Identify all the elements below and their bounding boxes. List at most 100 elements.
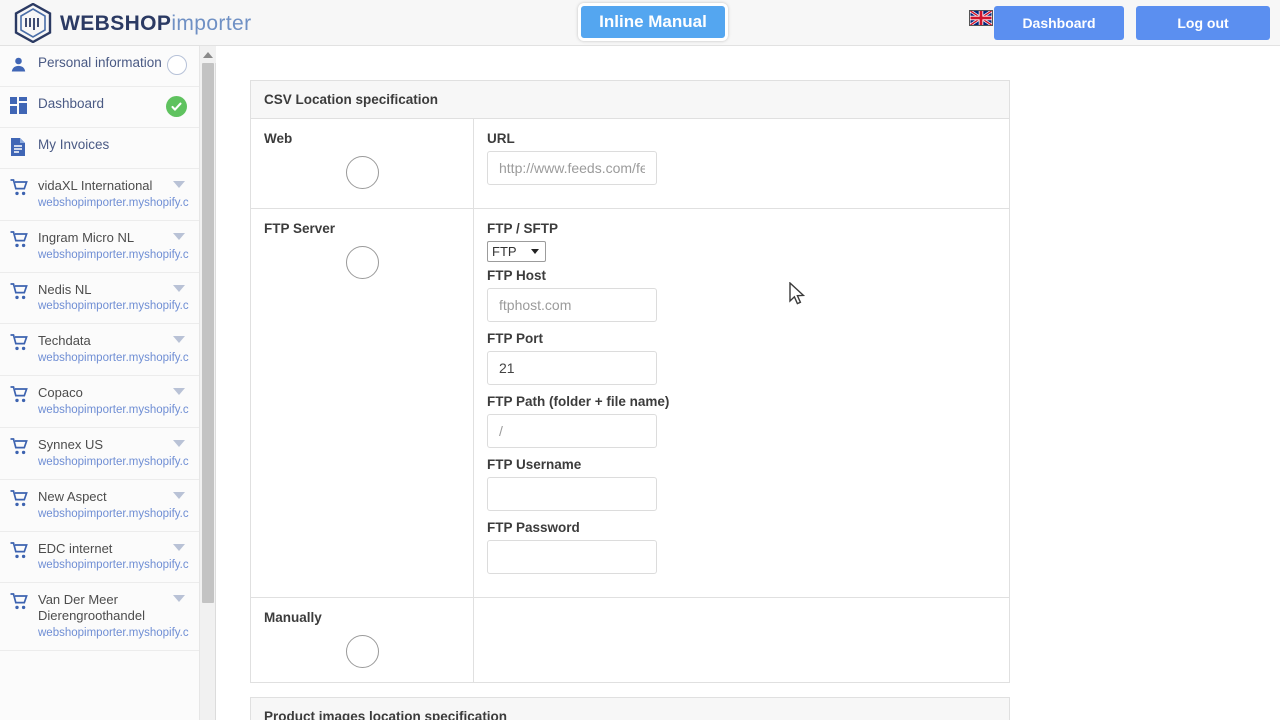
sidebar-item-synnex-us[interactable]: Synnex US webshopimporter.myshopify.c [0, 428, 199, 480]
logo-text-secondary: importer [171, 11, 252, 35]
sidebar-item-label: My Invoices [38, 137, 110, 152]
cart-icon [10, 282, 30, 300]
ftp-host-label: FTP Host [487, 268, 547, 283]
sidebar-item-label: Nedis NL [38, 281, 92, 297]
inline-manual-button[interactable]: Inline Manual [578, 3, 728, 41]
chevron-down-icon[interactable] [173, 543, 185, 551]
csv-row-web-right: URL [474, 119, 1009, 208]
csv-row-manually: Manually [251, 598, 1009, 682]
sidebar-item-shop-url: webshopimporter.myshopify.c [38, 404, 189, 417]
sidebar-item-vidaxl-international[interactable]: vidaXL International webshopimporter.mysh… [0, 169, 199, 221]
dashboard-button[interactable]: Dashboard [994, 6, 1124, 40]
ftp-host-input[interactable] [487, 288, 657, 322]
main-content: CSV Location specification Web URL FTP S… [217, 46, 1280, 720]
csv-row-manually-left: Manually [251, 598, 474, 682]
sidebar-item-body: EDC internet webshopimporter.myshopify.c [38, 541, 191, 574]
ftp-protocol-label: FTP / SFTP [487, 221, 559, 236]
sidebar-item-shop-url: webshopimporter.myshopify.c [38, 455, 189, 468]
sidebar-item-shop-url: webshopimporter.myshopify.c [38, 300, 189, 313]
sidebar-item-body: New Aspect webshopimporter.myshopify.c [38, 489, 191, 522]
web-radio-button[interactable] [345, 156, 379, 189]
ftp-username-input[interactable] [487, 477, 657, 511]
document-icon [10, 137, 30, 156]
csv-row-manually-radio-wrap [264, 629, 460, 668]
sidebar-item-body: Techdata webshopimporter.myshopify.c [38, 333, 191, 366]
csv-row-ftp-right: FTP / SFTP FTP FTP Host FTP Port FTP Pat… [474, 209, 1009, 597]
sidebar-item-shop-url: webshopimporter.myshopify.c [38, 559, 189, 572]
sidebar-item-van-der-meer-dierengroothandel[interactable]: Van Der Meer Dierengroothandel webshopimp… [0, 583, 199, 652]
sidebar-item-shop-url: webshopimporter.myshopify.c [38, 627, 189, 640]
sidebar-item-nedis-nl[interactable]: Nedis NL webshopimporter.myshopify.c [0, 273, 199, 325]
sidebar-item-label: Synnex US [38, 436, 104, 452]
sidebar-item-ingram-micro-nl[interactable]: Ingram Micro NL webshopimporter.myshopify… [0, 221, 199, 273]
csv-row-ftp-radio-wrap [264, 240, 460, 279]
sidebar-item-body: Synnex US webshopimporter.myshopify.c [38, 437, 191, 470]
dashboard-grid-icon [10, 96, 30, 114]
cart-icon [10, 333, 30, 351]
sidebar-item-body: Ingram Micro NL webshopimporter.myshopify… [38, 230, 191, 263]
status-badge-complete-check-icon [166, 96, 187, 117]
csv-row-web-left: Web [251, 119, 474, 208]
sidebar-item-dashboard[interactable]: Dashboard [0, 87, 199, 128]
sidebar-scrollbar[interactable] [200, 46, 216, 720]
csv-row-ftp-label: FTP Server [264, 221, 336, 236]
ftp-protocol-select[interactable]: FTP [487, 241, 546, 262]
scroll-up-arrow-icon[interactable] [200, 46, 216, 63]
sidebar-scrollbar-thumb[interactable] [202, 63, 214, 603]
sidebar-item-edc-internet[interactable]: EDC internet webshopimporter.myshopify.c [0, 532, 199, 584]
logo-wordmark: WEBSHOPimporter [60, 13, 252, 34]
sidebar-item-label: EDC internet [38, 540, 113, 556]
ftp-password-label: FTP Password [487, 520, 580, 535]
chevron-down-icon[interactable] [173, 439, 185, 447]
sidebar-item-shop-url: webshopimporter.myshopify.c [38, 352, 189, 365]
uk-flag-icon [969, 10, 993, 26]
ftp-left-spacer [264, 279, 460, 383]
url-input[interactable] [487, 151, 657, 185]
user-icon [10, 55, 30, 73]
csv-row-web-label: Web [264, 131, 293, 146]
ftp-port-input[interactable] [487, 351, 657, 385]
sidebar-item-my-invoices[interactable]: My Invoices [0, 128, 199, 169]
chevron-down-icon[interactable] [173, 232, 185, 240]
chevron-down-icon[interactable] [173, 595, 185, 603]
csv-row-web: Web URL [251, 119, 1009, 209]
product-images-panel-title: Product images location specification [251, 698, 1009, 720]
ftp-password-input[interactable] [487, 540, 657, 574]
chevron-down-icon[interactable] [173, 284, 185, 292]
ftp-username-label: FTP Username [487, 457, 582, 472]
ftp-port-label: FTP Port [487, 331, 544, 346]
chevron-down-icon[interactable] [173, 336, 185, 344]
csv-panel-title: CSV Location specification [251, 81, 1009, 119]
cart-icon [10, 385, 30, 403]
cart-icon [10, 489, 30, 507]
sidebar-item-label: Copaco [38, 385, 83, 401]
csv-location-panel: CSV Location specification Web URL FTP S… [250, 80, 1010, 683]
chevron-down-icon[interactable] [173, 491, 185, 499]
chevron-down-icon[interactable] [173, 388, 185, 396]
logo-text-primary: WEBSHOP [60, 11, 172, 35]
url-label: URL [487, 131, 515, 146]
ftp-server-radio-button[interactable] [345, 246, 379, 279]
sidebar-item-techdata[interactable]: Techdata webshopimporter.myshopify.c [0, 324, 199, 377]
sidebar-item-label: vidaXL International [38, 178, 153, 193]
sidebar-item-body: Copaco webshopimporter.myshopify.c [38, 385, 191, 418]
sidebar-item-personal-information[interactable]: Personal information [0, 46, 199, 87]
sidebar-item-new-aspect[interactable]: New Aspect webshopimporter.myshopify.c [0, 480, 199, 532]
csv-row-manually-right [474, 598, 1009, 682]
sidebar-item-label: Ingram Micro NL [38, 229, 135, 245]
sidebar-item-shop-url: webshopimporter.myshopify.c [38, 248, 189, 261]
manually-radio-button[interactable] [345, 635, 379, 668]
sidebar-item-copaco[interactable]: Copaco webshopimporter.myshopify.c [0, 376, 199, 428]
sidebar-item-body: vidaXL International webshopimporter.mysh… [38, 178, 191, 211]
csv-row-ftp-left: FTP Server [251, 209, 474, 597]
chevron-down-icon[interactable] [173, 181, 185, 188]
csv-row-manually-label: Manually [264, 610, 322, 625]
sidebar-item-body: Nedis NL webshopimporter.myshopify.c [38, 282, 191, 315]
csv-row-web-radio-wrap [264, 150, 460, 189]
ftp-path-input[interactable] [487, 414, 657, 448]
app-logo[interactable]: WEBSHOPimporter [14, 3, 252, 43]
logout-button[interactable]: Log out [1136, 6, 1270, 40]
sidebar-item-shop-url: webshopimporter.myshopify.c [38, 507, 189, 520]
status-badge-incomplete [167, 55, 187, 75]
app-header: WEBSHOPimporter Inline Manual Dashboard … [0, 0, 1280, 46]
